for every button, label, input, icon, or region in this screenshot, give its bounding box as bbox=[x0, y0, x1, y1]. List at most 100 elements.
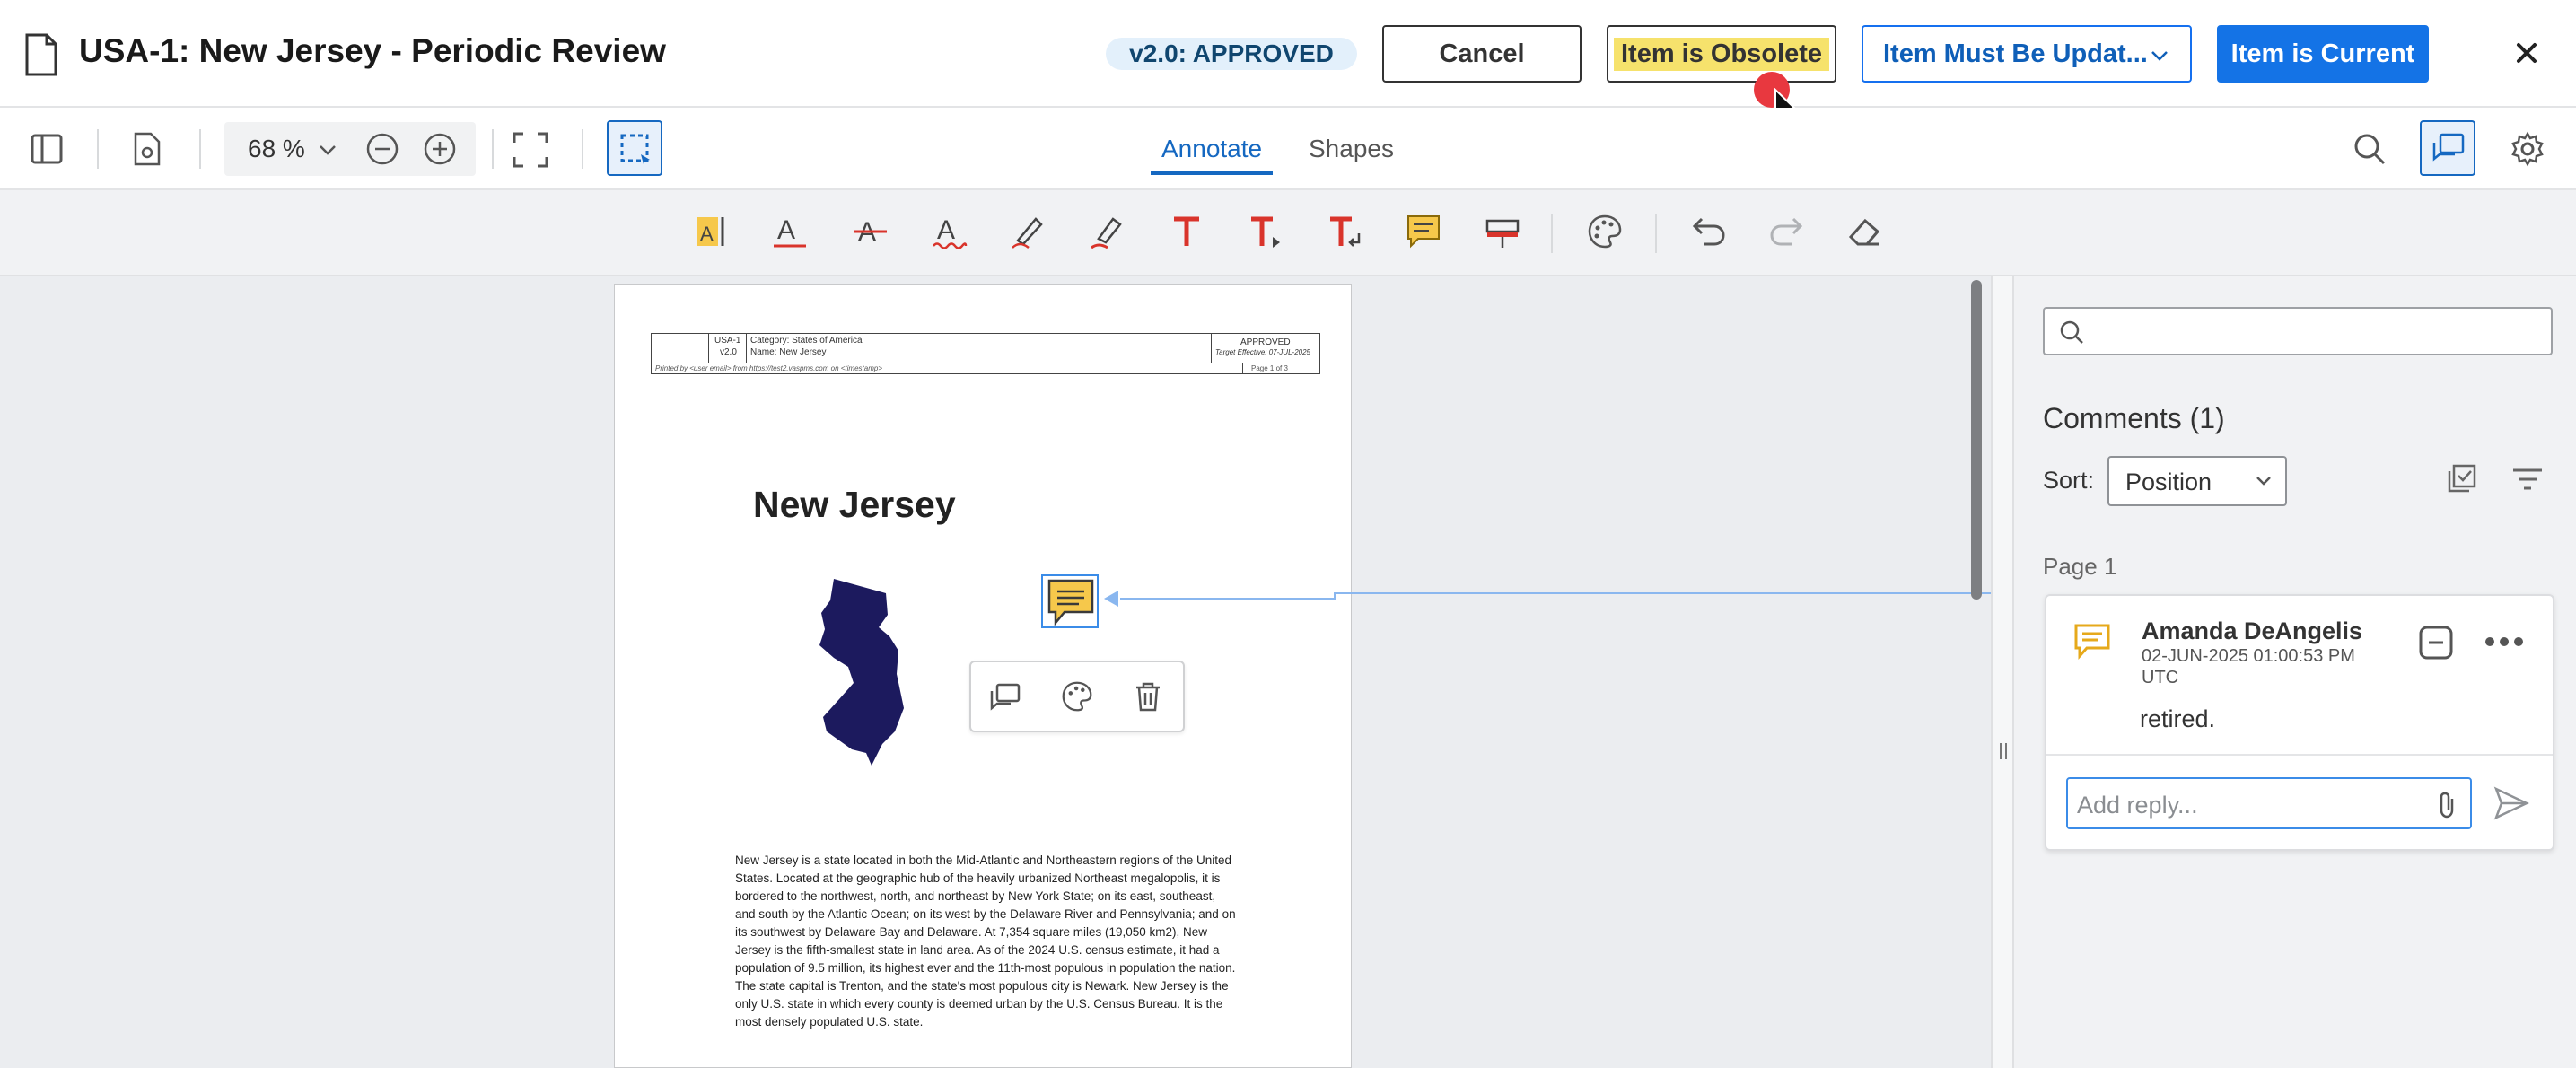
doc-header-name: Name: New Jersey bbox=[750, 347, 827, 357]
zoom-in-icon bbox=[424, 133, 456, 165]
reply-input[interactable]: Add reply... bbox=[2066, 777, 2472, 829]
comment-text: retired. bbox=[2140, 705, 2216, 732]
panel-resize-handle[interactable] bbox=[1991, 276, 2014, 1068]
item-must-be-updated-label: Item Must Be Updat... bbox=[1883, 39, 2148, 68]
document-icon bbox=[25, 33, 57, 76]
chevron-down-icon bbox=[2151, 51, 2168, 61]
document-settings-button[interactable] bbox=[127, 129, 167, 169]
redo-icon bbox=[1770, 217, 1803, 246]
sort-label: Sort: bbox=[2043, 467, 2095, 494]
comment-leader-line-2 bbox=[1334, 592, 2018, 594]
doc-header-status: APPROVED bbox=[1240, 337, 1291, 347]
select-area-icon bbox=[620, 134, 650, 164]
status-badge: v2.0: APPROVED bbox=[1106, 38, 1357, 70]
freehand-highlight-icon[interactable] bbox=[1090, 214, 1126, 249]
underline-text-icon[interactable]: A bbox=[772, 214, 808, 249]
comment-note-icon bbox=[1047, 579, 1094, 626]
tab-annotate[interactable]: Annotate bbox=[1161, 135, 1262, 163]
annotation-popup bbox=[969, 661, 1185, 732]
doc-header-printed: Printed by <user email> from https://tes… bbox=[655, 364, 882, 372]
comment-note-icon bbox=[2074, 624, 2110, 660]
chevron-down-icon bbox=[2256, 477, 2271, 486]
more-options-icon[interactable] bbox=[2484, 635, 2524, 648]
document-heading: New Jersey bbox=[753, 484, 956, 525]
comment-author: Amanda DeAngelis bbox=[2142, 617, 2363, 644]
active-tab-indicator bbox=[1151, 171, 1273, 175]
color-palette-icon[interactable] bbox=[1587, 214, 1623, 249]
card-divider bbox=[2046, 754, 2553, 756]
item-current-button[interactable]: Item is Current bbox=[2217, 25, 2429, 83]
trash-icon[interactable] bbox=[1133, 680, 1163, 713]
comments-search-input[interactable] bbox=[2043, 307, 2553, 355]
sticky-note-icon[interactable] bbox=[1406, 214, 1441, 249]
viewer-toolbar: 68 % Annotate Shapes bbox=[0, 108, 2576, 190]
vertical-scrollbar[interactable] bbox=[1971, 280, 1982, 600]
svg-text:A: A bbox=[937, 215, 955, 245]
search-icon bbox=[2354, 134, 2386, 165]
doc-header-page: Page 1 of 3 bbox=[1251, 364, 1288, 372]
search-icon bbox=[2060, 320, 2083, 344]
new-jersey-map-image bbox=[819, 579, 904, 766]
svg-text:A: A bbox=[700, 223, 714, 245]
replace-text-icon[interactable] bbox=[1327, 214, 1362, 249]
zoom-out-button[interactable] bbox=[363, 129, 402, 169]
comment-annotation[interactable] bbox=[1041, 574, 1099, 628]
drag-handle-icon bbox=[2000, 743, 2007, 759]
sidebar-toggle-icon bbox=[31, 134, 63, 164]
tab-shapes[interactable]: Shapes bbox=[1309, 135, 1394, 163]
sidebar-toggle-button[interactable] bbox=[27, 129, 66, 169]
svg-text:A: A bbox=[777, 215, 795, 245]
color-palette-icon[interactable] bbox=[1061, 680, 1093, 713]
comment-timestamp: 02-JUN-2025 01:00:53 PM bbox=[2142, 646, 2355, 666]
comment-leader-line bbox=[1120, 598, 1336, 600]
eraser-icon[interactable] bbox=[1847, 215, 1883, 248]
fit-screen-icon bbox=[513, 132, 548, 168]
strikeout-text-icon[interactable]: A bbox=[853, 214, 889, 249]
insert-text-icon[interactable] bbox=[1248, 214, 1284, 249]
close-icon bbox=[2517, 43, 2537, 63]
doc-header-version: v2.0 bbox=[720, 347, 737, 357]
page-title: USA-1: New Jersey - Periodic Review bbox=[79, 32, 666, 69]
collapse-comment-icon[interactable] bbox=[2418, 625, 2454, 661]
item-obsolete-button[interactable]: Item is Obsolete bbox=[1607, 25, 1836, 83]
fit-screen-button[interactable] bbox=[510, 129, 551, 171]
multi-select-icon[interactable] bbox=[2447, 463, 2477, 494]
comments-heading: Comments (1) bbox=[2043, 402, 2225, 434]
zoom-value: 68 % bbox=[248, 135, 305, 162]
zoom-out-icon bbox=[366, 133, 399, 165]
item-obsolete-label: Item is Obsolete bbox=[1613, 37, 1829, 71]
document-settings-icon bbox=[134, 132, 161, 166]
search-button[interactable] bbox=[2350, 129, 2389, 169]
cancel-button[interactable]: Cancel bbox=[1382, 25, 1582, 83]
chevron-down-icon bbox=[320, 145, 336, 155]
reply-comment-icon[interactable] bbox=[989, 682, 1021, 713]
page-group-label: Page 1 bbox=[2043, 553, 2117, 580]
document-body-text: New Jersey is a state located in both th… bbox=[735, 854, 1236, 1029]
doc-header-id: USA-1 bbox=[714, 336, 741, 346]
freehand-icon[interactable] bbox=[1011, 214, 1047, 249]
attachment-icon[interactable] bbox=[2438, 792, 2458, 819]
comments-panel-button[interactable] bbox=[2420, 120, 2475, 176]
zoom-in-button[interactable] bbox=[420, 129, 460, 169]
highlight-text-icon[interactable]: A bbox=[695, 214, 727, 249]
leader-arrow-icon bbox=[1104, 591, 1118, 607]
app-header: USA-1: New Jersey - Periodic Review v2.0… bbox=[0, 0, 2576, 108]
squiggly-text-icon[interactable]: A bbox=[932, 214, 968, 249]
redact-icon[interactable] bbox=[1485, 214, 1520, 249]
settings-icon bbox=[2511, 131, 2544, 167]
comments-panel-icon bbox=[2432, 133, 2465, 162]
document-page-header: USA-1 v2.0 Category: States of America N… bbox=[651, 333, 1320, 374]
doc-header-effective: Target Effective: 07-JUL-2025 bbox=[1215, 348, 1310, 356]
settings-button[interactable] bbox=[2508, 129, 2547, 169]
sort-select[interactable]: Position bbox=[2107, 456, 2287, 506]
send-icon[interactable] bbox=[2493, 786, 2529, 820]
close-button[interactable] bbox=[2510, 36, 2544, 70]
item-must-be-updated-dropdown[interactable]: Item Must Be Updat... bbox=[1862, 25, 2192, 83]
select-area-button[interactable] bbox=[607, 120, 662, 176]
filter-icon[interactable] bbox=[2511, 467, 2544, 492]
free-text-icon[interactable] bbox=[1169, 214, 1205, 249]
undo-icon[interactable] bbox=[1691, 215, 1727, 248]
comment-timestamp-timezone: UTC bbox=[2142, 668, 2179, 687]
doc-header-category: Category: States of America bbox=[750, 336, 863, 346]
sort-select-value: Position bbox=[2125, 468, 2212, 495]
